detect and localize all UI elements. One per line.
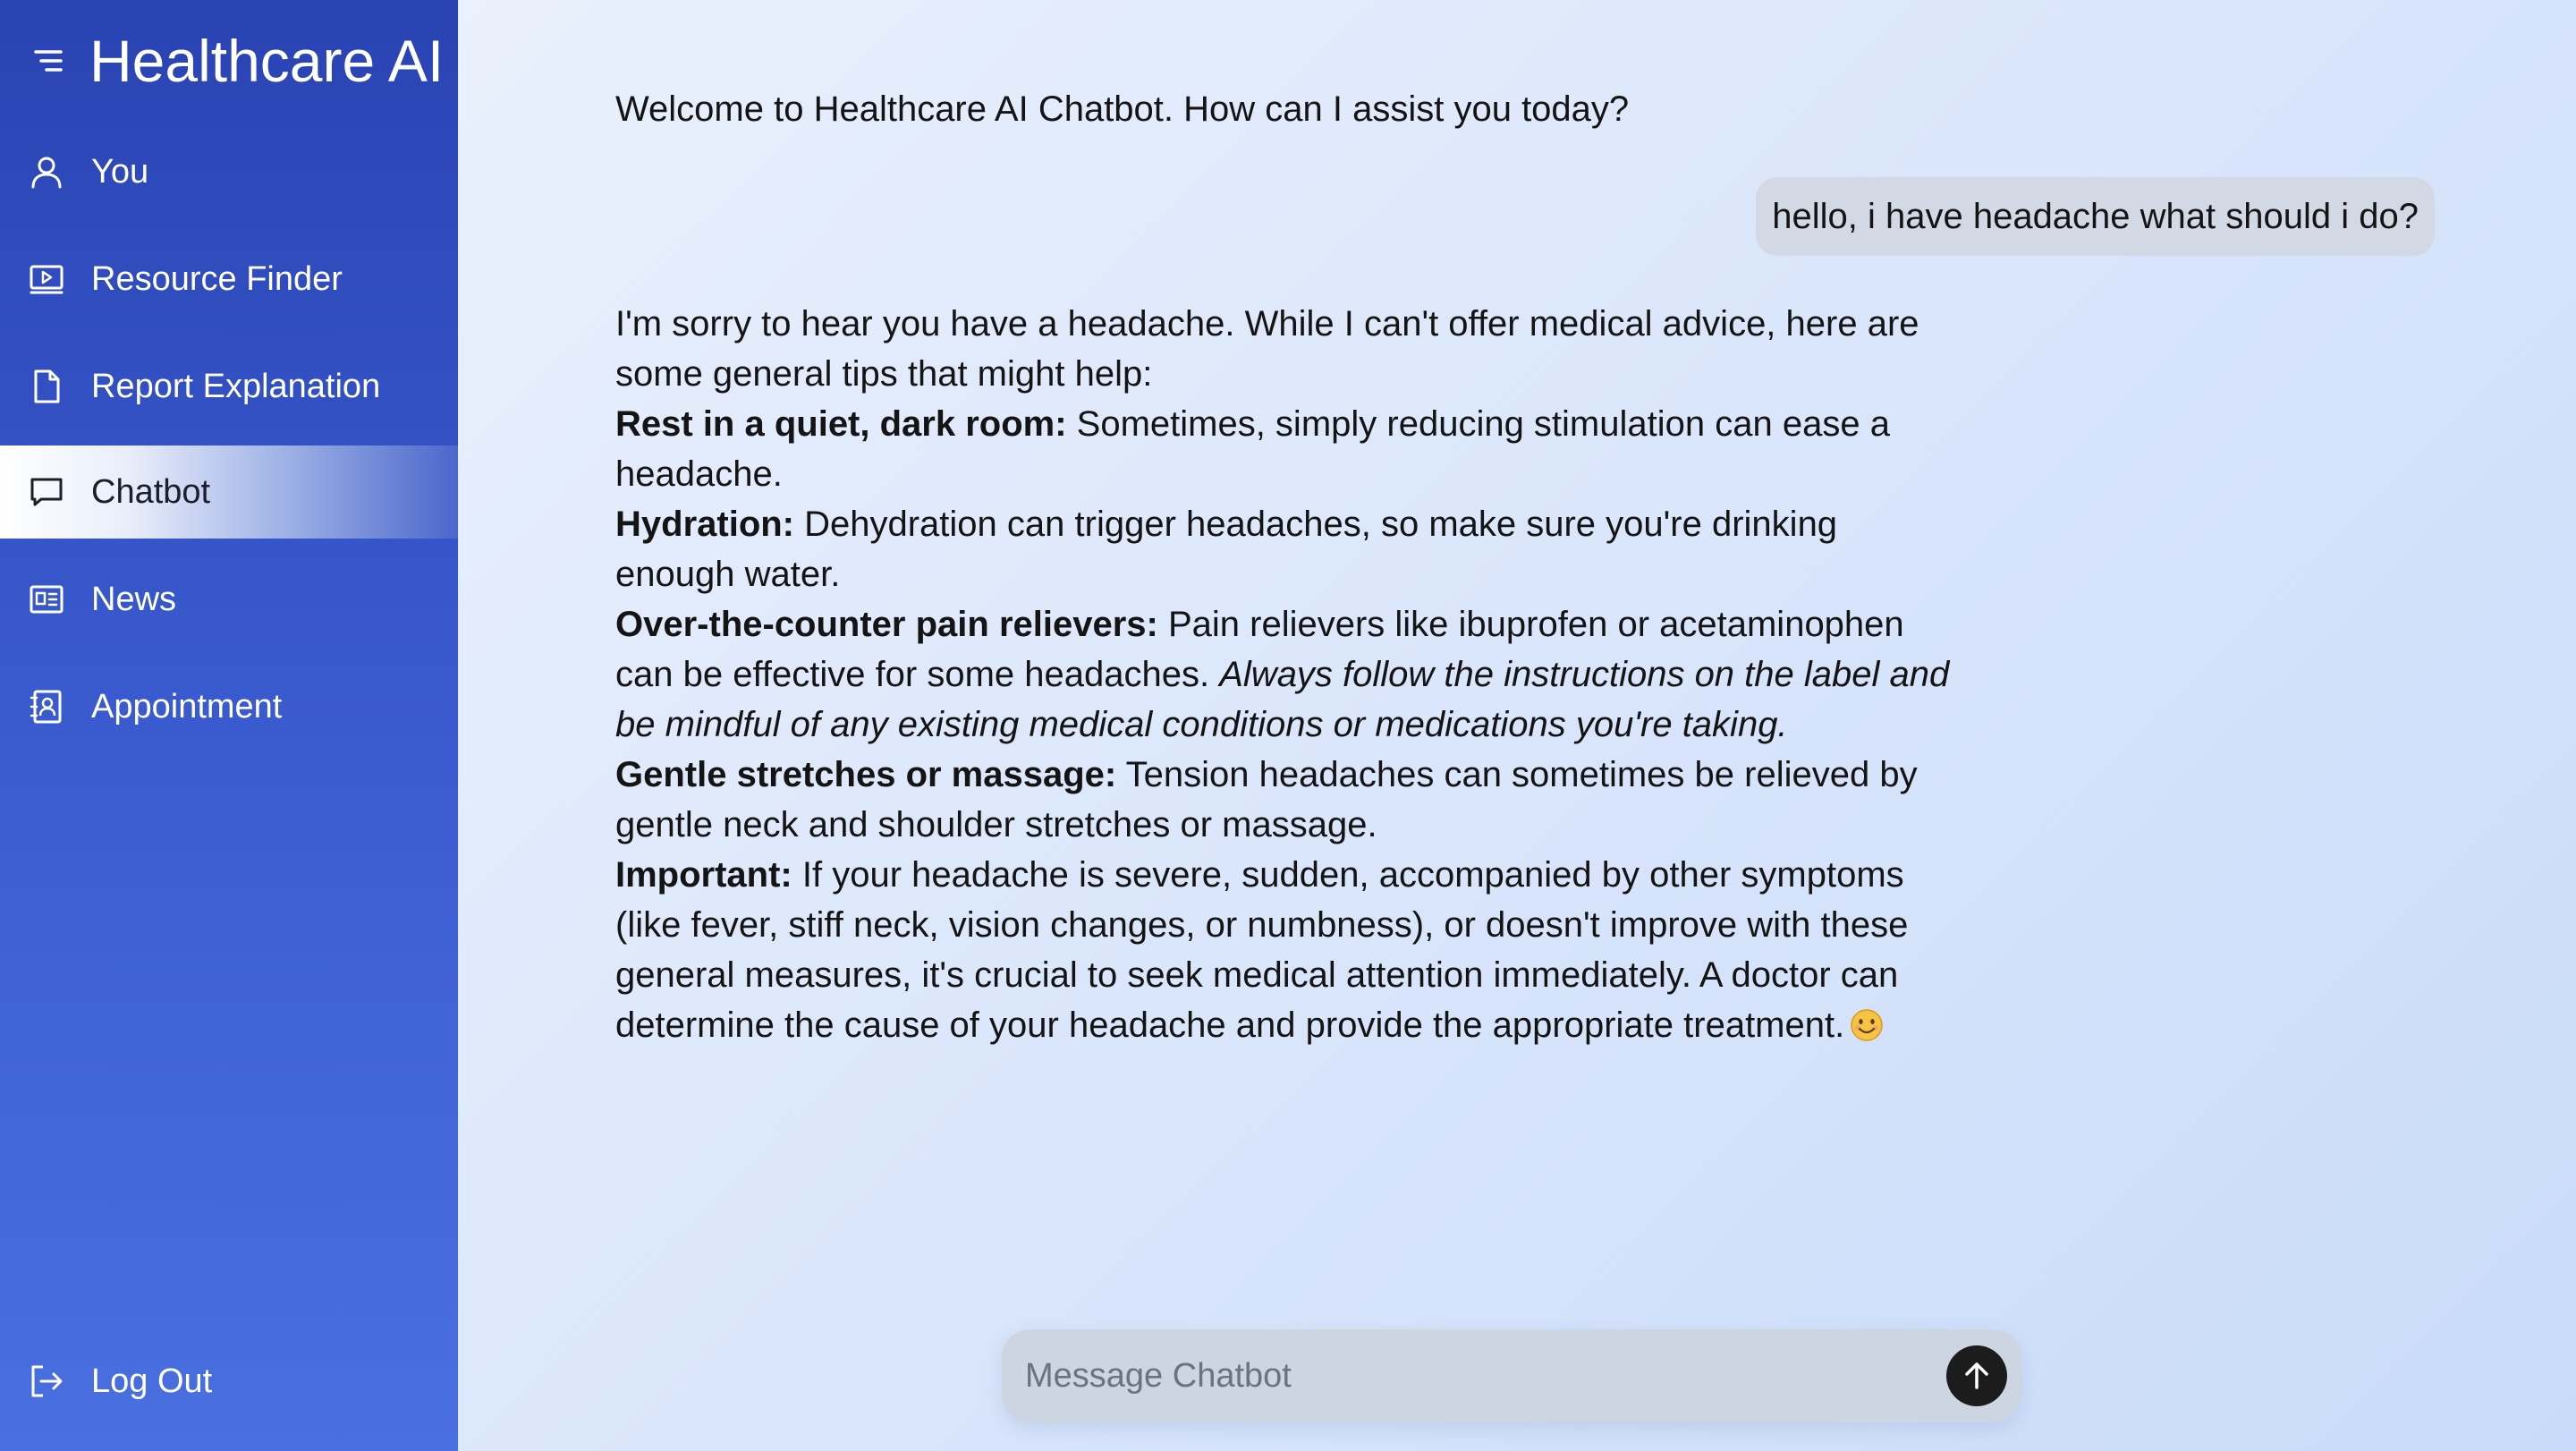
- sidebar-item-label: News: [91, 581, 177, 618]
- tip-text: Dehydration can trigger headaches, so ma…: [615, 505, 1838, 594]
- sidebar-item-label: Appointment: [91, 688, 283, 726]
- response-tip: Over-the-counter pain relievers: Pain re…: [615, 599, 1957, 750]
- bot-welcome-message: Welcome to Healthcare AI Chatbot. How ca…: [615, 89, 1630, 129]
- sidebar-item-label: Chatbot: [91, 473, 211, 511]
- send-button[interactable]: [1946, 1345, 2007, 1406]
- user-message-bubble: hello, i have headache what should i do?: [1756, 177, 2435, 256]
- sidebar-item-news[interactable]: News: [0, 553, 458, 646]
- menu-icon[interactable]: [30, 45, 66, 77]
- sidebar: Healthcare AI You Resource Finder Report…: [0, 0, 458, 1451]
- response-tip: Important: If your headache is severe, s…: [615, 850, 1957, 1050]
- response-tip: Hydration: Dehydration can trigger heada…: [615, 499, 1957, 599]
- chat-icon: [29, 474, 64, 510]
- logout-button[interactable]: Log Out: [0, 1335, 458, 1428]
- tip-text: If your headache is severe, sudden, acco…: [615, 855, 1909, 1045]
- sidebar-item-label: Report Explanation: [91, 368, 381, 405]
- sidebar-item-resource-finder[interactable]: Resource Finder: [0, 233, 458, 326]
- logout-icon: [29, 1363, 64, 1399]
- response-tip: Gentle stretches or massage: Tension hea…: [615, 750, 1957, 850]
- tip-title: Over-the-counter pain relievers:: [615, 605, 1158, 644]
- message-input[interactable]: [1023, 1329, 1918, 1422]
- tip-title: Gentle stretches or massage:: [615, 755, 1117, 794]
- sidebar-item-chatbot[interactable]: Chatbot: [0, 445, 458, 539]
- chat-area: Welcome to Healthcare AI Chatbot. How ca…: [458, 0, 2576, 1451]
- newspaper-icon: [29, 581, 64, 617]
- sidebar-item-label: You: [91, 153, 149, 191]
- smiling-face-icon: [1850, 1006, 1884, 1041]
- app-title: Healthcare AI: [89, 28, 445, 94]
- message-composer: [1002, 1329, 2021, 1422]
- user-icon: [29, 154, 64, 190]
- sidebar-item-label: Resource Finder: [91, 260, 343, 298]
- contact-book-icon: [29, 689, 64, 725]
- video-icon: [29, 261, 64, 297]
- document-icon: [29, 369, 64, 404]
- arrow-up-icon: [1965, 1362, 1988, 1389]
- sidebar-item-report-explanation[interactable]: Report Explanation: [0, 340, 458, 433]
- logout-label: Log Out: [91, 1362, 213, 1400]
- app-window: Healthcare AI You Resource Finder Report…: [0, 0, 2576, 1451]
- brand-header: Healthcare AI: [0, 0, 458, 123]
- response-tip: Rest in a quiet, dark room: Sometimes, s…: [615, 399, 1957, 499]
- bot-response-message: I'm sorry to hear you have a headache. W…: [615, 299, 1957, 1050]
- response-intro: I'm sorry to hear you have a headache. W…: [615, 304, 1919, 394]
- sidebar-item-you[interactable]: You: [0, 125, 458, 218]
- tip-title: Important:: [615, 855, 792, 895]
- sidebar-item-appointment[interactable]: Appointment: [0, 660, 458, 753]
- tip-title: Hydration:: [615, 505, 794, 544]
- tip-title: Rest in a quiet, dark room:: [615, 404, 1067, 444]
